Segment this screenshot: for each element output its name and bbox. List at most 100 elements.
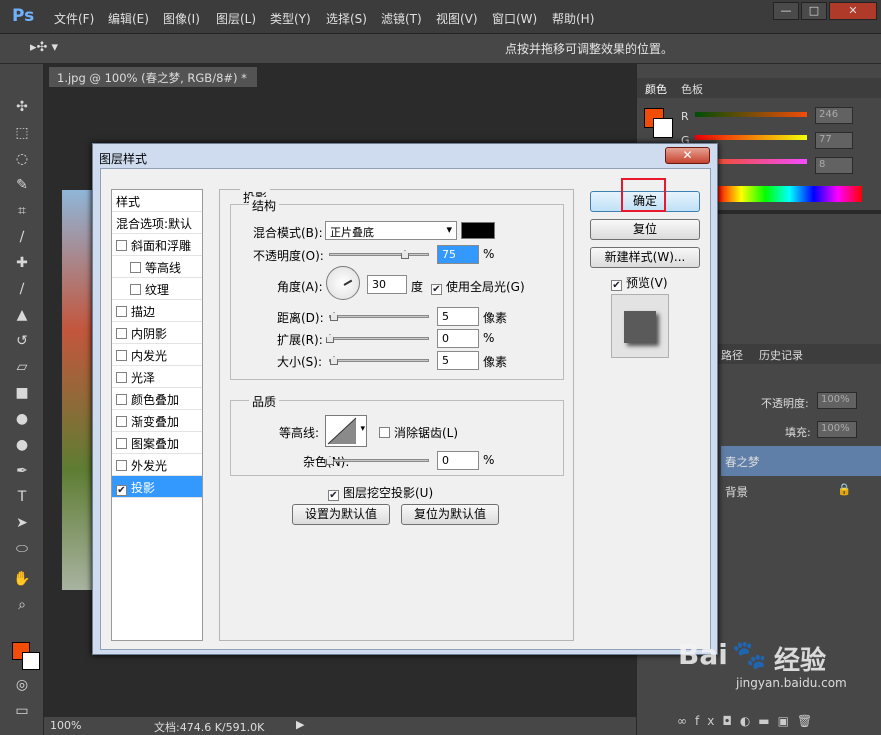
checkbox-icon[interactable] xyxy=(116,240,127,251)
menu-select[interactable]: 选择(S) xyxy=(326,10,367,27)
zoom-level[interactable]: 100% xyxy=(50,719,81,732)
checkbox-checked-icon[interactable]: ✔ xyxy=(116,485,127,496)
style-satin[interactable]: 光泽 xyxy=(112,366,202,388)
style-gradient-overlay[interactable]: 渐变叠加 xyxy=(112,410,202,432)
hand-tool-icon[interactable]: ✋ xyxy=(13,570,31,588)
fill-field[interactable]: 100% xyxy=(817,421,857,438)
menu-help[interactable]: 帮助(H) xyxy=(552,10,594,27)
opacity-slider[interactable] xyxy=(329,250,429,259)
new-style-button[interactable]: 新建样式(W)... xyxy=(590,247,700,268)
distance-input[interactable]: 5 xyxy=(437,307,479,326)
noise-input[interactable]: 0 xyxy=(437,451,479,470)
distance-slider[interactable] xyxy=(329,312,429,321)
shape-tool-icon[interactable]: ⬭ xyxy=(13,540,31,558)
checkbox-checked-icon[interactable]: ✔ xyxy=(611,280,622,291)
tab-color[interactable]: 颜色 xyxy=(645,81,667,97)
eraser-icon[interactable]: ▱ xyxy=(13,358,31,376)
distance-slider-thumb[interactable] xyxy=(330,312,338,321)
noise-slider[interactable] xyxy=(326,456,429,465)
style-pattern-overlay[interactable]: 图案叠加 xyxy=(112,432,202,454)
type-tool-icon[interactable]: T xyxy=(13,488,31,506)
zoom-tool-icon[interactable]: ⌕ xyxy=(13,596,31,614)
blending-options[interactable]: 混合选项:默认 xyxy=(112,212,202,234)
dodge-tool-icon[interactable]: ● xyxy=(13,436,31,454)
style-drop-shadow[interactable]: ✔ 投影 xyxy=(112,476,202,498)
size-slider[interactable] xyxy=(329,356,429,365)
close-icon[interactable]: ✕ xyxy=(829,2,877,20)
angle-dial[interactable] xyxy=(326,266,360,300)
healing-brush-icon[interactable]: ✚ xyxy=(13,254,31,272)
history-brush-icon[interactable]: ↺ xyxy=(13,332,31,350)
menu-view[interactable]: 视图(V) xyxy=(436,10,478,27)
b-value[interactable]: 8 xyxy=(815,157,853,174)
menu-image[interactable]: 图像(I) xyxy=(163,10,200,27)
checkbox-icon[interactable] xyxy=(116,394,127,405)
dialog-close-button[interactable]: ✕ xyxy=(665,147,710,164)
make-default-button[interactable]: 设置为默认值 xyxy=(292,504,390,525)
knockout-checkbox[interactable]: ✔ 图层挖空投影(U) xyxy=(328,484,433,501)
menu-window[interactable]: 窗口(W) xyxy=(492,10,537,27)
status-arrow-icon[interactable]: ▶ xyxy=(296,718,304,731)
checkbox-icon[interactable] xyxy=(116,350,127,361)
reset-default-button[interactable]: 复位为默认值 xyxy=(401,504,499,525)
lasso-tool-icon[interactable]: ◌ xyxy=(13,150,31,168)
layer-row-background[interactable]: 背景 🔒 xyxy=(721,476,881,506)
opacity-input[interactable]: 75 xyxy=(437,245,479,264)
checkbox-icon[interactable] xyxy=(379,427,390,438)
antialias-checkbox[interactable]: 消除锯齿(L) xyxy=(379,424,458,441)
spread-slider-thumb[interactable] xyxy=(326,334,334,343)
checkbox-checked-icon[interactable]: ✔ xyxy=(431,284,442,295)
layers-footer-icons[interactable]: ∞fx◘◐▬▣🗑 xyxy=(677,714,820,728)
style-inner-shadow[interactable]: 内阴影 xyxy=(112,322,202,344)
tab-swatches[interactable]: 色板 xyxy=(681,81,703,97)
minimize-icon[interactable]: — xyxy=(773,2,799,20)
r-value[interactable]: 246 xyxy=(815,107,853,124)
checkbox-icon[interactable] xyxy=(116,328,127,339)
blur-tool-icon[interactable]: ● xyxy=(13,410,31,428)
style-contour[interactable]: 等高线 xyxy=(112,256,202,278)
brush-tool-icon[interactable]: ∕ xyxy=(13,280,31,298)
move-tool-icon[interactable]: ✣ xyxy=(13,98,31,116)
menu-layer[interactable]: 图层(L) xyxy=(216,10,256,27)
menu-filter[interactable]: 滤镜(T) xyxy=(381,10,422,27)
tab-paths[interactable]: 路径 xyxy=(721,347,743,363)
menu-file[interactable]: 文件(F) xyxy=(54,10,94,27)
styles-header[interactable]: 样式 xyxy=(112,190,202,212)
checkbox-icon[interactable] xyxy=(130,262,141,273)
marquee-tool-icon[interactable]: ⬚ xyxy=(13,124,31,142)
opacity-field[interactable]: 100% xyxy=(817,392,857,409)
menu-edit[interactable]: 编辑(E) xyxy=(108,10,149,27)
size-slider-thumb[interactable] xyxy=(330,356,338,365)
style-bevel[interactable]: 斜面和浮雕 xyxy=(112,234,202,256)
spread-slider[interactable] xyxy=(326,334,429,343)
blend-mode-select[interactable]: 正片叠底 ▾ xyxy=(325,221,457,240)
style-color-overlay[interactable]: 颜色叠加 xyxy=(112,388,202,410)
contour-picker[interactable]: ▾ xyxy=(325,415,367,447)
g-value[interactable]: 77 xyxy=(815,132,853,149)
global-light-checkbox[interactable]: ✔ 使用全局光(G) xyxy=(431,278,525,295)
shadow-color-swatch[interactable] xyxy=(461,222,495,239)
quick-mask-icon[interactable]: ◎ xyxy=(13,676,31,694)
size-input[interactable]: 5 xyxy=(437,351,479,370)
checkbox-icon[interactable] xyxy=(116,460,127,471)
layer-row-selected[interactable]: 春之梦 xyxy=(721,446,881,476)
quick-select-icon[interactable]: ✎ xyxy=(13,176,31,194)
document-tab[interactable]: 1.jpg @ 100% (春之梦, RGB/8#) * × xyxy=(48,66,258,100)
g-slider[interactable] xyxy=(695,135,807,140)
style-stroke[interactable]: 描边 xyxy=(112,300,202,322)
pen-tool-icon[interactable]: ✒ xyxy=(13,462,31,480)
gradient-tool-icon[interactable]: ■ xyxy=(13,384,31,402)
checkbox-checked-icon[interactable]: ✔ xyxy=(328,490,339,501)
background-swatch[interactable] xyxy=(653,118,673,138)
stamp-tool-icon[interactable]: ▲ xyxy=(13,306,31,324)
crop-tool-icon[interactable]: ⌗ xyxy=(13,202,31,220)
opacity-slider-thumb[interactable] xyxy=(401,250,409,259)
color-ramp[interactable] xyxy=(717,186,862,202)
menu-type[interactable]: 类型(Y) xyxy=(270,10,311,27)
checkbox-icon[interactable] xyxy=(116,372,127,383)
tab-history[interactable]: 历史记录 xyxy=(759,347,803,363)
angle-input[interactable]: 30 xyxy=(367,275,407,294)
checkbox-icon[interactable] xyxy=(116,416,127,427)
spread-input[interactable]: 0 xyxy=(437,329,479,348)
path-select-icon[interactable]: ➤ xyxy=(13,514,31,532)
